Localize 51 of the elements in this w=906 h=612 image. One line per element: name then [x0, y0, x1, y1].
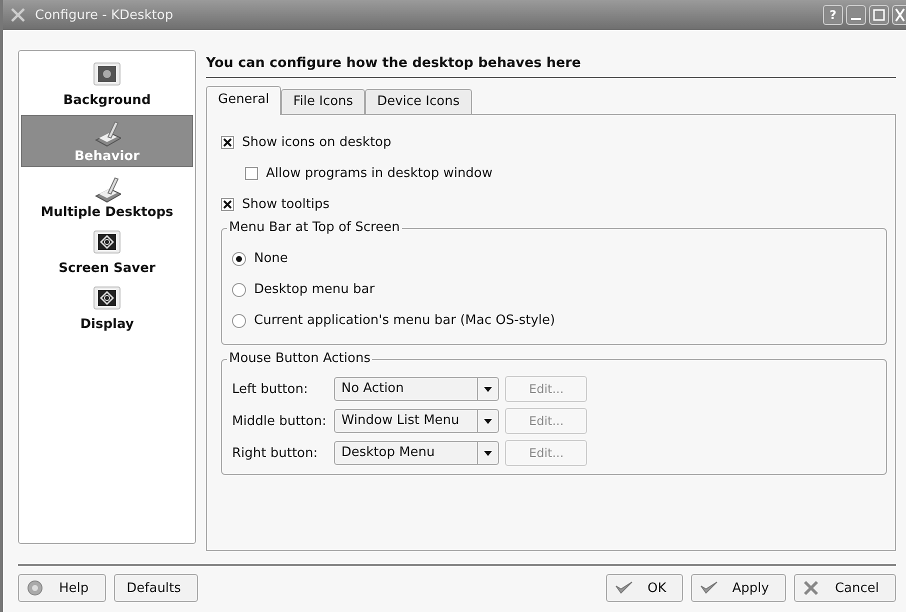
caret-icon: [484, 450, 492, 456]
minimize-button[interactable]: [846, 5, 866, 25]
sidebar-label: Behavior: [74, 149, 140, 164]
caret-icon: [484, 418, 492, 424]
sidebar-item[interactable]: Multiple Desktops: [21, 171, 193, 223]
field-label: Right button:: [232, 446, 319, 460]
checkbox[interactable]: [221, 198, 234, 211]
radio-button[interactable]: [232, 314, 246, 328]
check-mark-icon: [223, 138, 232, 147]
dialog-button[interactable]: Help: [18, 574, 106, 602]
check-icon: [700, 580, 718, 596]
radio-label[interactable]: None: [254, 251, 288, 266]
sidebar-item[interactable]: Display: [21, 283, 193, 335]
sidebar-label: Multiple Desktops: [40, 205, 174, 220]
tab[interactable]: General: [206, 86, 282, 115]
radio-button[interactable]: [232, 282, 246, 296]
close-button[interactable]: [892, 5, 906, 25]
help-icon: [27, 580, 45, 596]
sidebar-label: Screen Saver: [58, 261, 156, 276]
tab[interactable]: Device Icons: [365, 89, 472, 114]
checkbox[interactable]: [245, 167, 258, 180]
checkbox-label[interactable]: Show icons on desktop: [242, 135, 392, 150]
radio-label[interactable]: Current application's menu bar (Mac OS-style): [254, 313, 556, 328]
tab[interactable]: File Icons: [281, 89, 366, 114]
page-heading: You can configure how the desktop behaves here: [206, 50, 896, 78]
field-label: Left button:: [232, 382, 309, 396]
dialog-button[interactable]: Apply: [691, 574, 786, 602]
check-icon: [615, 580, 634, 596]
radio-button[interactable]: [232, 252, 246, 266]
sidebar-item[interactable]: Background: [21, 59, 193, 111]
cross-icon: [802, 580, 821, 596]
checkbox-label[interactable]: Show tooltips: [242, 197, 330, 212]
caret-icon: [484, 386, 492, 392]
sidebar-label: Display: [80, 317, 134, 332]
sidebar-item[interactable]: Screen Saver: [21, 227, 193, 279]
dropdown[interactable]: Desktop Menu: [334, 441, 500, 465]
dialog-button[interactable]: Cancel: [794, 574, 896, 602]
field-label: Middle button:: [232, 414, 328, 428]
dialog-button[interactable]: Defaults: [114, 574, 198, 602]
window-title: Configure - KDesktop: [35, 8, 174, 22]
maximize-button[interactable]: [869, 5, 889, 25]
radio-label[interactable]: Desktop menu bar: [254, 282, 375, 297]
sidebar-label: Background: [63, 93, 151, 108]
checkbox-label[interactable]: Allow programs in desktop window: [266, 166, 493, 181]
x-logo-icon: [9, 6, 27, 24]
dropdown[interactable]: No Action: [334, 377, 500, 401]
dialog-button[interactable]: OK: [606, 574, 684, 602]
group-title: Menu Bar at Top of Screen: [227, 220, 402, 235]
checkbox[interactable]: [221, 136, 234, 149]
dropdown[interactable]: Window List Menu: [334, 409, 500, 433]
check-mark-icon: [223, 200, 232, 209]
